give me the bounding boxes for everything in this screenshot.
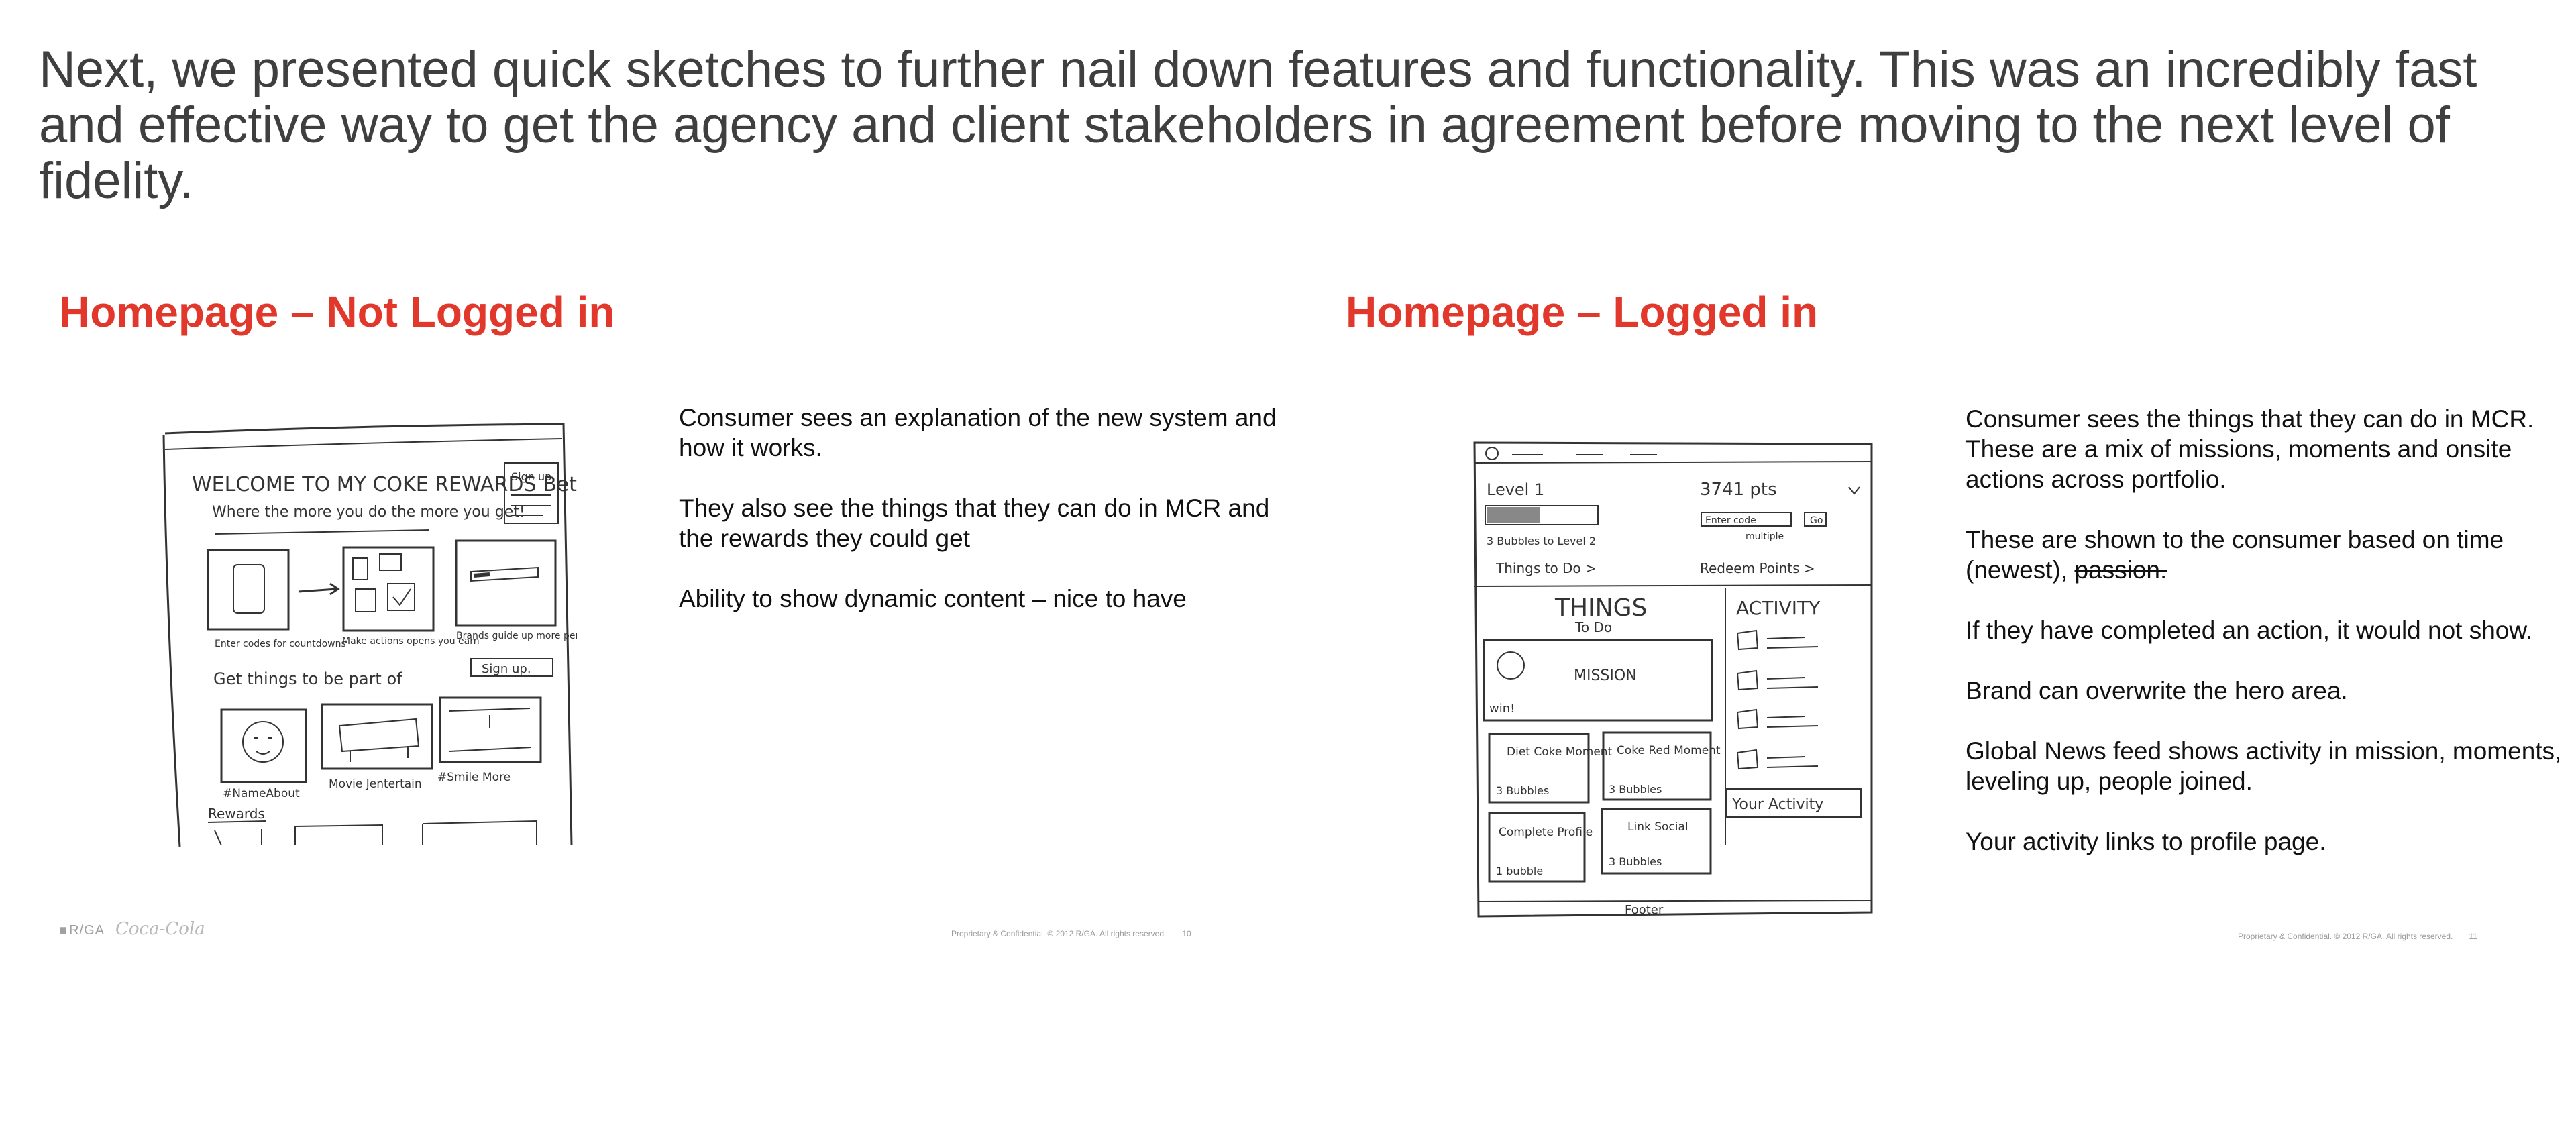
sketch-level: Level 1 <box>1487 480 1544 499</box>
sketch-signup-button: Sign up. <box>482 662 531 676</box>
sketch-subheading: Where the more you do the more you get! <box>212 504 525 521</box>
sketch-things-label: Get things to be part of <box>213 669 402 688</box>
sketch-step-caption-1: Enter codes for countdowns <box>215 639 346 649</box>
left-paragraph-2: They also see the things that they can d… <box>679 494 1270 552</box>
sketch-points: 3741 pts <box>1700 480 1777 500</box>
sketch-tile-1-title: Diet Coke Moment <box>1507 745 1613 759</box>
sketch-things-heading: THINGS <box>1554 594 1647 622</box>
sketch-to-do: To Do <box>1574 619 1612 635</box>
sketch-step-caption-3: Brands guide up more perks + prizes <box>456 631 577 641</box>
sketch-rewards-label: Rewards <box>208 806 265 822</box>
right-paragraph-1: Consumer sees the things that they can d… <box>1966 405 2534 493</box>
right-slide-title: Homepage – Logged in <box>1346 288 1819 336</box>
right-paragraph-3: Brand can overwrite the hero area. <box>1966 677 2348 704</box>
struck-word: passion. <box>2074 556 2167 584</box>
sketch-mission: MISSION <box>1574 667 1637 684</box>
left-page-number: 10 <box>1182 929 1191 938</box>
sketch-tile-4-sub: 3 Bubbles <box>1609 855 1662 868</box>
sketch-bubbles-to-level: 3 Bubbles to Level 2 <box>1487 535 1596 547</box>
sketch-things-to-do-link: Things to Do > <box>1495 560 1597 576</box>
sketch-go: Go <box>1810 515 1823 526</box>
right-paragraph-4: Global News feed shows activity in missi… <box>1966 737 2562 795</box>
right-paragraph-time: These are shown to the consumer based on… <box>1966 525 2569 585</box>
left-footer: Proprietary & Confidential. © 2012 R/GA.… <box>951 929 1191 938</box>
right-footer-copyright: Proprietary & Confidential. © 2012 R/GA.… <box>2238 932 2453 941</box>
sketch-tile-3-sub: 1 bubble <box>1496 865 1543 877</box>
sketch-redeem-link: Redeem Points > <box>1700 560 1815 576</box>
sketch-enter-code: Enter code <box>1705 515 1756 526</box>
sketch-homepage-not-logged-in: WELCOME TO MY COKE REWARDS Beta. Where t… <box>161 416 577 852</box>
sketch-tile-3-title: Complete Profile <box>1499 826 1593 839</box>
right-paragraph-5: Your activity links to profile page. <box>1966 828 2326 855</box>
left-footer-copyright: Proprietary & Confidential. © 2012 R/GA.… <box>951 929 1167 938</box>
sketch-activity-heading: ACTIVITY <box>1736 597 1821 619</box>
sketch-signup-box: Sign up <box>511 470 551 483</box>
sketch-multiple: multiple <box>1746 531 1784 542</box>
time-sentence: These are shown to the consumer based on… <box>1966 526 2504 584</box>
sketch-tile-caption-1: #NameAbout <box>223 787 300 800</box>
sketch-homepage-logged-in: Level 1 3 Bubbles to Level 2 3741 pts En… <box>1469 439 1878 922</box>
sketch-tile-2-sub: 3 Bubbles <box>1609 783 1662 796</box>
sketch-tile-4-title: Link Social <box>1627 820 1688 834</box>
sketch-tile-1-sub: 3 Bubbles <box>1496 784 1549 797</box>
right-page-number: 11 <box>2469 932 2477 941</box>
sketch-win: win! <box>1489 702 1515 716</box>
left-slide-description: Consumer sees an explanation of the new … <box>679 402 1303 644</box>
sketch-your-activity: Your Activity <box>1731 796 1823 813</box>
right-slide-description: Consumer sees the things that they can d… <box>1966 404 2569 887</box>
left-paragraph-1: Consumer sees an explanation of the new … <box>679 404 1277 462</box>
rga-logo: R/GA <box>59 923 105 938</box>
sketch-footer-label: Footer <box>1625 903 1664 917</box>
coca-cola-logo: Coca-Cola <box>115 919 205 939</box>
sketch-tile-2-title: Coke Red Moment <box>1617 744 1721 757</box>
sketch-tile-caption-2: Movie Jentertain <box>329 777 422 791</box>
right-paragraph-2: If they have completed an action, it wou… <box>1966 616 2533 644</box>
intro-text: Next, we presented quick sketches to fur… <box>39 41 2477 209</box>
left-slide-title: Homepage – Not Logged in <box>59 288 615 336</box>
sketch-tile-caption-3: #Smile More <box>437 771 511 784</box>
left-paragraph-3: Ability to show dynamic content – nice t… <box>679 585 1187 612</box>
right-footer: Proprietary & Confidential. © 2012 R/GA.… <box>2238 932 2477 941</box>
